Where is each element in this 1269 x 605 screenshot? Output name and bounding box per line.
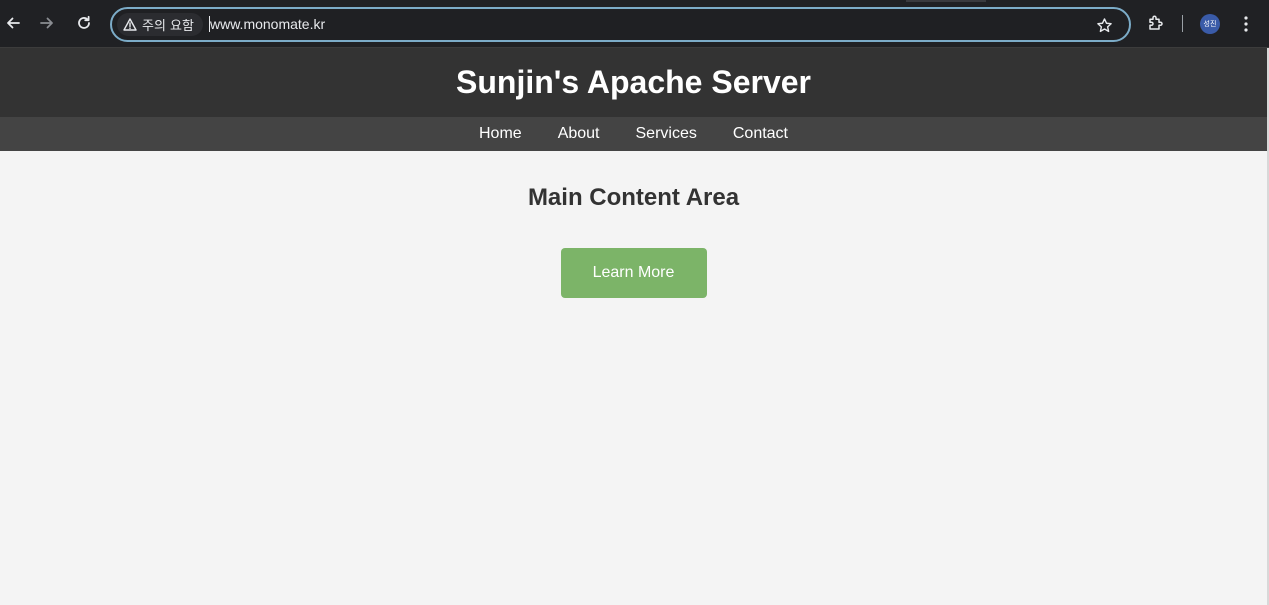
web-page: Sunjin's Apache Server Home About Servic… xyxy=(0,48,1269,605)
browser-menu-button[interactable] xyxy=(1236,11,1256,37)
url-text[interactable]: www.monomate.kr xyxy=(209,16,325,32)
profile-avatar[interactable]: 성진 xyxy=(1200,14,1220,34)
nav-link-services[interactable]: Services xyxy=(636,125,697,143)
tab-strip-edge xyxy=(906,0,986,2)
warning-triangle-icon xyxy=(123,18,137,31)
reload-button[interactable] xyxy=(69,8,99,38)
main-content: Main Content Area Learn More xyxy=(0,184,1267,298)
site-title: Sunjin's Apache Server xyxy=(456,64,811,100)
reload-icon xyxy=(78,15,90,29)
address-bar[interactable]: 주의 요함 www.monomate.kr xyxy=(110,7,1131,42)
extensions-button[interactable] xyxy=(1143,10,1169,36)
security-label: 주의 요함 xyxy=(142,19,194,34)
security-indicator[interactable]: 주의 요함 xyxy=(117,13,203,36)
bookmark-button[interactable] xyxy=(1093,14,1115,36)
browser-toolbar: 주의 요함 www.monomate.kr 성진 xyxy=(0,0,1269,48)
kebab-menu-icon xyxy=(1244,16,1248,32)
site-nav: Home About Services Contact xyxy=(0,117,1267,151)
main-heading: Main Content Area xyxy=(527,184,740,211)
site-header: Sunjin's Apache Server xyxy=(0,48,1267,117)
back-button[interactable] xyxy=(0,8,28,38)
nav-link-home[interactable]: Home xyxy=(479,125,522,143)
arrow-left-icon xyxy=(7,17,20,29)
nav-link-about[interactable]: About xyxy=(558,125,600,143)
toolbar-divider xyxy=(1182,15,1183,32)
learn-more-button[interactable]: Learn More xyxy=(560,248,707,298)
star-icon xyxy=(1096,17,1112,32)
nav-link-contact[interactable]: Contact xyxy=(733,125,788,143)
forward-button[interactable] xyxy=(32,8,62,38)
puzzle-icon xyxy=(1149,15,1163,30)
arrow-right-icon xyxy=(40,17,53,29)
